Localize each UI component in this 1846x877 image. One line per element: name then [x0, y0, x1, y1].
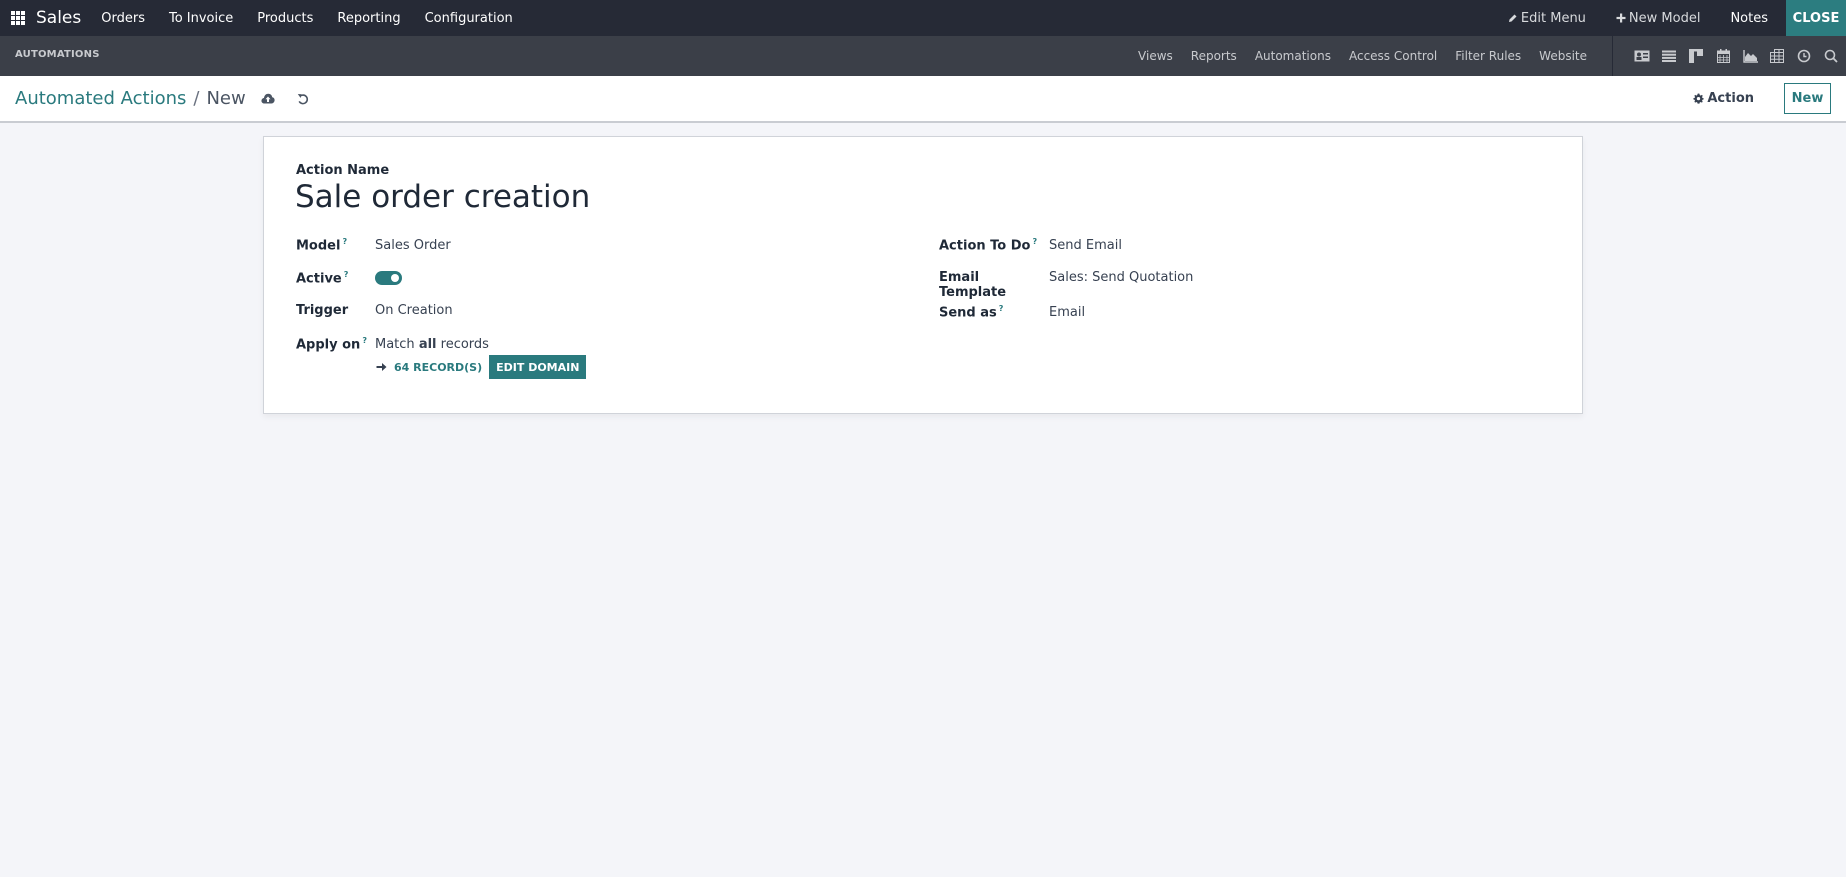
plus-icon	[1616, 13, 1626, 23]
action-to-do-row: Action To Do? Send Email	[939, 237, 1122, 253]
calendar-view-icon[interactable]	[1714, 47, 1732, 65]
send-as-label: Send as?	[939, 304, 1004, 321]
model-row: Model? Sales Order	[296, 237, 451, 253]
trigger-label: Trigger	[296, 303, 349, 318]
save-cloud-icon[interactable]	[261, 93, 275, 104]
help-icon[interactable]: ?	[1032, 237, 1037, 246]
email-template-label: Email Template	[939, 270, 1007, 300]
help-icon[interactable]: ?	[342, 237, 347, 246]
form-view-icon[interactable]	[1633, 47, 1651, 65]
graph-view-icon[interactable]	[1741, 47, 1759, 65]
pencil-icon	[1508, 14, 1517, 22]
menu-orders[interactable]: Orders	[101, 11, 145, 26]
subbar-reports[interactable]: Reports	[1191, 49, 1237, 63]
send-as-field[interactable]: Email	[1049, 305, 1085, 320]
email-template-row: Email Template Sales: Send Quotation	[939, 270, 1193, 300]
edit-menu-button[interactable]: Edit Menu	[1508, 11, 1586, 26]
action-label: Action	[1707, 91, 1754, 106]
arrow-right-icon	[376, 363, 387, 371]
model-field[interactable]: Sales Order	[375, 238, 451, 253]
help-icon[interactable]: ?	[999, 304, 1004, 313]
action-to-do-field[interactable]: Send Email	[1049, 238, 1122, 253]
close-button[interactable]: CLOSE	[1786, 0, 1846, 36]
studio-subbar: AUTOMATIONS Views Reports Automations Ac…	[0, 36, 1846, 76]
notes-button[interactable]: Notes	[1730, 11, 1768, 26]
new-record-button[interactable]: New	[1784, 83, 1831, 114]
help-icon[interactable]: ?	[362, 336, 367, 345]
trigger-row: Trigger On Creation	[296, 303, 453, 318]
breadcrumb-current: New	[206, 88, 246, 109]
gear-icon	[1693, 93, 1705, 104]
subbar-filter-rules[interactable]: Filter Rules	[1455, 49, 1521, 63]
edit-menu-label: Edit Menu	[1520, 10, 1586, 26]
new-model-button[interactable]: New Model	[1616, 10, 1701, 26]
pivot-view-icon[interactable]	[1768, 47, 1786, 65]
control-panel: Automated Actions / New Action New	[0, 76, 1846, 123]
subbar-website[interactable]: Website	[1539, 49, 1587, 63]
form-sheet: Action Name Sale order creation Model? S…	[263, 136, 1583, 414]
help-icon[interactable]: ?	[344, 270, 349, 279]
action-name-label: Action Name	[296, 163, 390, 178]
menu-products[interactable]: Products	[257, 11, 313, 26]
action-name-field[interactable]: Sale order creation	[295, 179, 590, 215]
active-toggle[interactable]	[375, 271, 402, 286]
records-count: 64 RECORD(S)	[394, 360, 483, 374]
records-count-link[interactable]: 64 RECORD(S)	[376, 361, 482, 374]
activity-view-icon[interactable]	[1795, 47, 1813, 65]
edit-domain-button[interactable]: EDIT DOMAIN	[489, 355, 587, 379]
view-switcher	[1612, 36, 1846, 76]
domain-actions: 64 RECORD(S) EDIT DOMAIN	[376, 355, 587, 379]
breadcrumb: Automated Actions / New	[15, 88, 246, 109]
active-row: Active?	[296, 270, 402, 286]
apply-on-domain-text: Match all records	[375, 337, 489, 353]
menu-reporting[interactable]: Reporting	[337, 11, 400, 26]
new-model-label: New Model	[1628, 10, 1701, 26]
subbar-automations[interactable]: Automations	[1255, 49, 1331, 63]
app-name[interactable]: Sales	[36, 8, 81, 28]
subbar-title: AUTOMATIONS	[15, 48, 100, 60]
action-menu-button[interactable]: Action	[1693, 91, 1754, 106]
menu-to-invoice[interactable]: To Invoice	[169, 11, 233, 26]
action-to-do-label: Action To Do?	[939, 237, 1038, 254]
discard-undo-icon[interactable]	[297, 93, 309, 105]
email-template-field[interactable]: Sales: Send Quotation	[1049, 270, 1193, 285]
active-label: Active?	[296, 270, 349, 287]
kanban-view-icon[interactable]	[1687, 47, 1705, 65]
breadcrumb-automated-actions[interactable]: Automated Actions	[15, 88, 186, 109]
list-view-icon[interactable]	[1660, 47, 1678, 65]
menu-configuration[interactable]: Configuration	[425, 11, 513, 26]
subbar-access-control[interactable]: Access Control	[1349, 49, 1437, 63]
trigger-field[interactable]: On Creation	[375, 303, 453, 318]
send-as-row: Send as? Email	[939, 304, 1085, 320]
model-label: Model?	[296, 237, 348, 254]
apps-menu-icon[interactable]	[0, 0, 36, 36]
apply-on-row: Apply on? Match all records	[296, 336, 489, 352]
subbar-views[interactable]: Views	[1138, 49, 1173, 63]
breadcrumb-separator: /	[193, 88, 200, 109]
apply-on-label: Apply on?	[296, 336, 367, 353]
top-navbar: Sales Orders To Invoice Products Reporti…	[0, 0, 1846, 36]
search-icon[interactable]	[1822, 47, 1840, 65]
